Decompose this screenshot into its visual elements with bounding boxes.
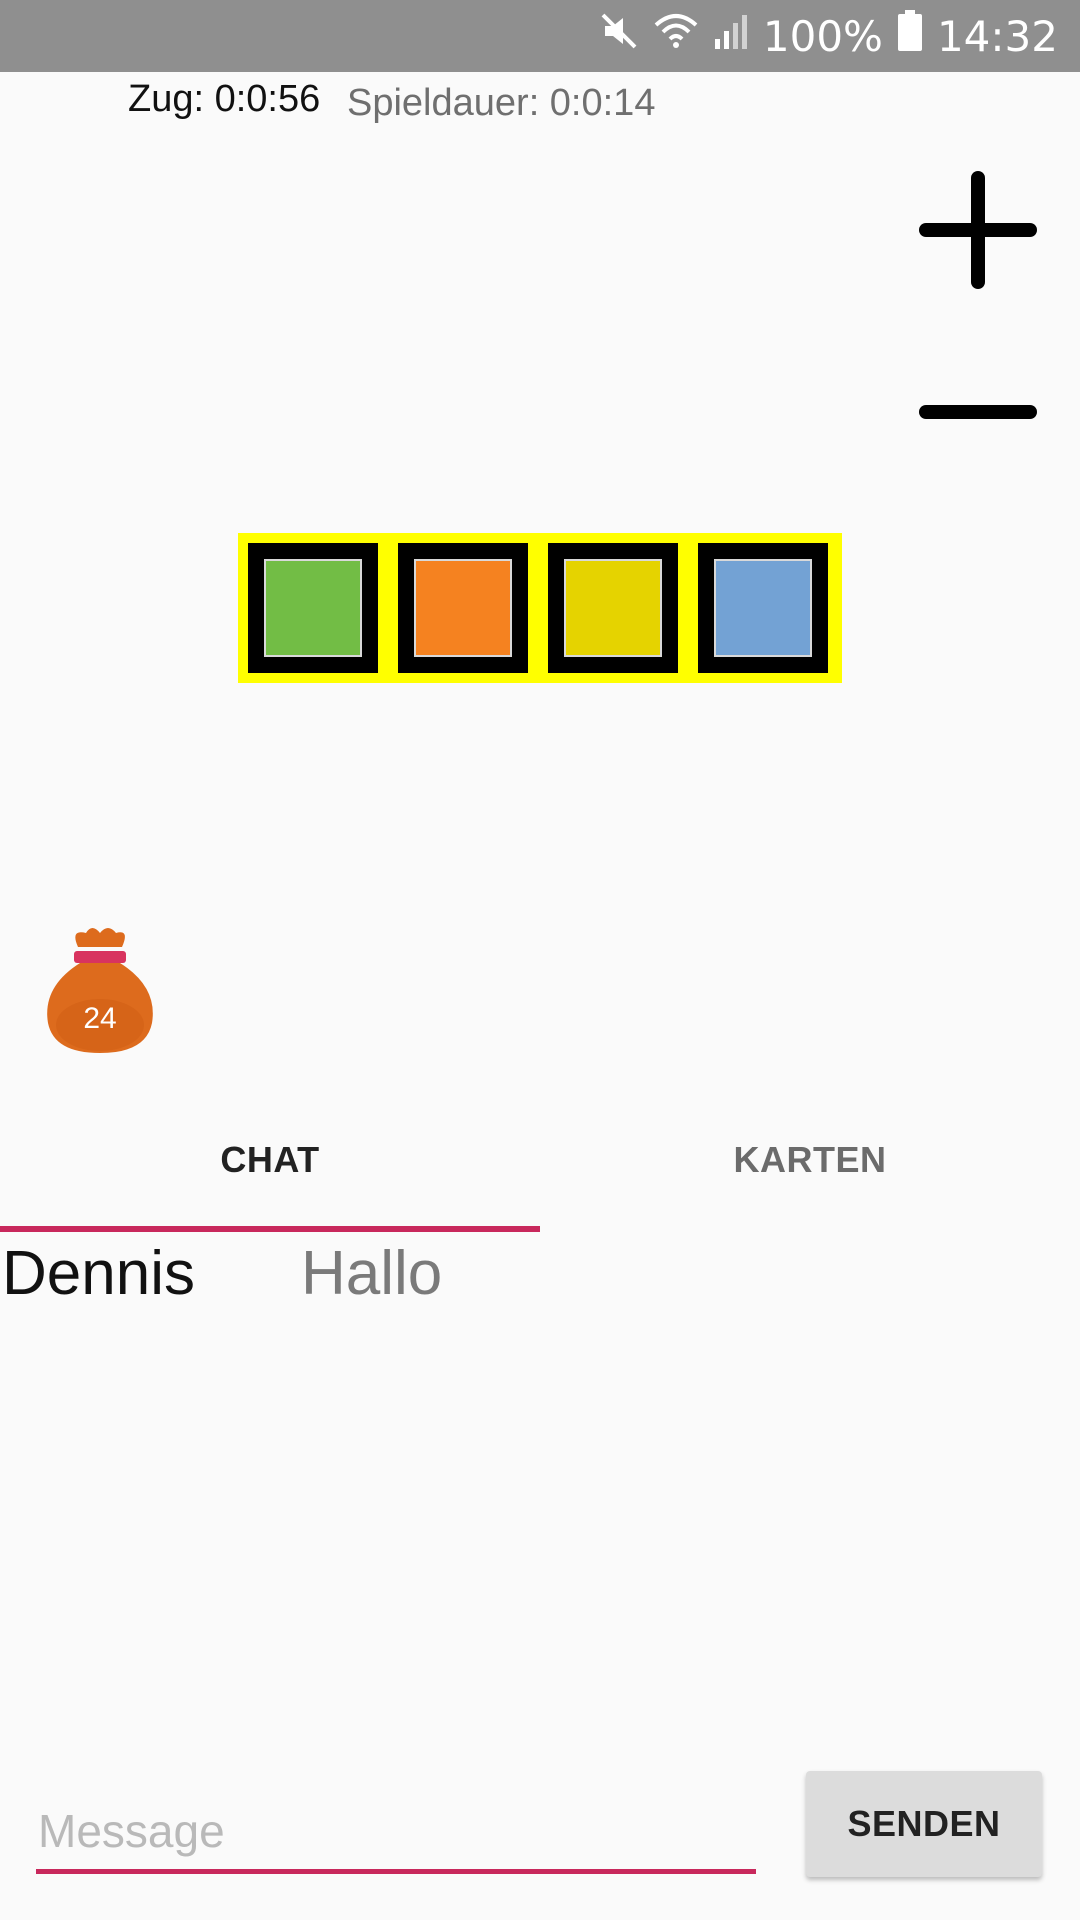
active-tab-indicator [0, 1226, 540, 1232]
board-slot[interactable] [698, 543, 828, 673]
tile-yellow[interactable] [564, 559, 662, 657]
zoom-out-button[interactable] [918, 352, 1038, 472]
tab-bar: CHAT KARTEN [0, 1110, 1080, 1230]
send-button[interactable]: SENDEN [806, 1771, 1042, 1877]
tile-blue[interactable] [714, 559, 812, 657]
mute-icon [599, 11, 639, 61]
turn-timer: Zug: 0:0:56 [128, 78, 321, 120]
tab-karten[interactable]: KARTEN [540, 1110, 1080, 1225]
message-input-underline [36, 1869, 756, 1874]
status-bar: 100% 14:32 [0, 0, 1080, 72]
zoom-in-button[interactable] [918, 170, 1038, 290]
game-duration: Spieldauer: 0:0:14 [347, 82, 656, 124]
game-board [238, 533, 842, 683]
tab-chat[interactable]: CHAT [0, 1110, 540, 1225]
board-slot[interactable] [248, 543, 378, 673]
board-slot[interactable] [398, 543, 528, 673]
message-text: Hallo [301, 1239, 443, 1308]
status-icons: 100% 14:32 [599, 0, 1058, 72]
bag-count: 24 [83, 1002, 117, 1035]
minus-icon [919, 405, 1037, 419]
battery-icon [897, 10, 923, 62]
message-sender: Dennis [2, 1239, 195, 1308]
wifi-icon [653, 11, 699, 61]
chat-message: Dennis Hallo [0, 1238, 1080, 1318]
tile-orange[interactable] [414, 559, 512, 657]
signal-icon [713, 11, 749, 61]
message-input[interactable] [36, 1790, 760, 1872]
plus-icon [919, 171, 1037, 289]
board-slot[interactable] [548, 543, 678, 673]
battery-percent: 100% [762, 11, 883, 61]
tile-green[interactable] [264, 559, 362, 657]
clock: 14:32 [936, 11, 1058, 61]
